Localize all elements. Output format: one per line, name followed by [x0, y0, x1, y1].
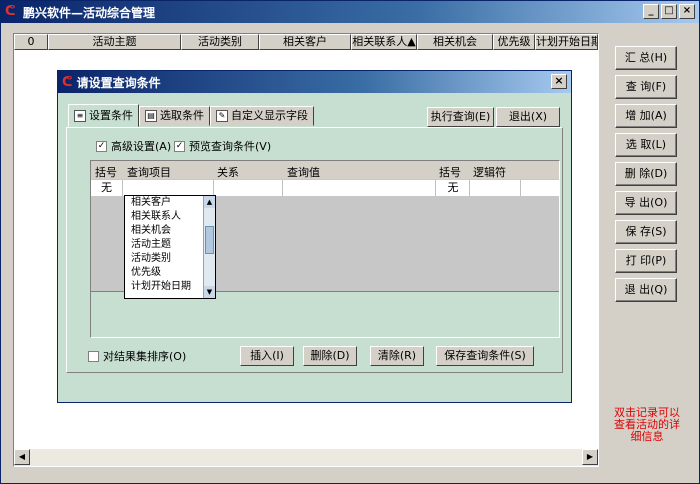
- checkbox-checked-icon[interactable]: ✓: [96, 140, 107, 152]
- insert-button[interactable]: 插入(I): [240, 346, 294, 366]
- save-button[interactable]: 保 存(S): [615, 220, 677, 244]
- tab-set-conditions[interactable]: ≡ 设置条件: [68, 104, 139, 127]
- tab-label: 自定义显示字段: [231, 109, 308, 122]
- list-item[interactable]: 活动类别: [125, 252, 215, 266]
- add-button[interactable]: 增 加(A): [615, 104, 677, 128]
- list-item[interactable]: 活动主题: [125, 238, 215, 252]
- clear-button[interactable]: 清除(R): [370, 346, 424, 366]
- save-query-button[interactable]: 保存查询条件(S): [436, 346, 534, 366]
- list-item[interactable]: 相关客户: [125, 196, 215, 210]
- exit-button[interactable]: 退出(X): [496, 107, 560, 127]
- query-button[interactable]: 查 询(F): [615, 75, 677, 99]
- grid-col-header[interactable]: 计划开始日期: [535, 34, 598, 50]
- tab-select-conditions[interactable]: ▤ 选取条件: [139, 106, 210, 126]
- delete-button[interactable]: 删 除(D): [615, 162, 677, 186]
- close-button[interactable]: ×: [679, 4, 695, 19]
- print-button[interactable]: 打 印(P): [615, 249, 677, 273]
- app-logo-icon: ᕦ: [5, 4, 16, 19]
- title-bar[interactable]: ᕦ 鹏兴软件—活动综合管理 _ □ ×: [1, 1, 699, 23]
- export-button[interactable]: 导 出(O): [615, 191, 677, 215]
- conditions-icon: ≡: [74, 109, 86, 122]
- maximize-button[interactable]: □: [661, 4, 677, 19]
- dropdown-scrollbar[interactable]: ▲ ▼: [203, 196, 215, 298]
- dialog-title: 请设置查询条件: [76, 75, 161, 90]
- scroll-thumb[interactable]: [205, 226, 214, 254]
- checkbox-label: 对结果集排序(O): [103, 350, 187, 363]
- dialog-title-bar[interactable]: ᕦ 请设置查询条件: [58, 71, 571, 93]
- tab-custom-fields[interactable]: ✎ 自定义显示字段: [210, 106, 314, 126]
- conditions-header: 括号 查询项目 关系 查询值 括号 逻辑符: [91, 161, 559, 179]
- col-header: 逻辑符: [473, 166, 506, 179]
- tab-label: 设置条件: [89, 108, 133, 122]
- quit-button[interactable]: 退 出(Q): [615, 278, 677, 302]
- col-header: 查询项目: [127, 166, 171, 179]
- grid-col-header[interactable]: 相关联系人▲: [351, 34, 417, 50]
- col-header: 括号: [439, 166, 461, 179]
- tab-label: 选取条件: [160, 109, 204, 122]
- select-button[interactable]: 选 取(L): [615, 133, 677, 157]
- minimize-button[interactable]: _: [643, 4, 659, 19]
- chevron-up-icon[interactable]: ▲: [204, 196, 215, 208]
- query-value-cell[interactable]: [284, 180, 436, 196]
- grid-col-header[interactable]: 活动类别: [181, 34, 259, 50]
- table-row[interactable]: 无 无: [91, 180, 559, 196]
- checkbox-checked-icon[interactable]: ✓: [174, 140, 185, 152]
- col-header: 查询值: [287, 166, 320, 179]
- dialog-close-button[interactable]: ×: [551, 74, 567, 89]
- col-header: 关系: [217, 166, 239, 179]
- horizontal-scrollbar[interactable]: ◀ ▶: [14, 449, 598, 466]
- app-logo-icon: ᕦ: [62, 74, 73, 90]
- relation-cell[interactable]: [215, 180, 283, 196]
- list-item[interactable]: 相关联系人: [125, 210, 215, 224]
- left-paren-cell[interactable]: 无: [91, 180, 123, 196]
- hint-note: 双击记录可以查看活动的详细信息: [614, 406, 680, 443]
- list-item[interactable]: 优先级: [125, 266, 215, 280]
- checkbox-label: 高级设置(A): [111, 140, 172, 153]
- grid-col-header[interactable]: 优先级: [493, 34, 535, 50]
- run-query-button[interactable]: 执行查询(E): [427, 107, 494, 127]
- logic-cell[interactable]: [471, 180, 521, 196]
- window-title: 鹏兴软件—活动综合管理: [23, 5, 156, 20]
- right-paren-cell[interactable]: 无: [437, 180, 470, 196]
- grid-header: 0 活动主题 活动类别 相关客户 相关联系人▲ 相关机会 优先级 计划开始日期: [14, 34, 598, 50]
- checkbox-unchecked-icon[interactable]: [88, 350, 99, 362]
- query-item-dropdown[interactable]: 相关客户 相关联系人 相关机会 活动主题 活动类别 优先级 计划开始日期 ▲ ▼: [124, 195, 216, 299]
- col-header: 括号: [95, 166, 117, 179]
- grid-col-header[interactable]: 相关机会: [417, 34, 493, 50]
- list-item[interactable]: 计划开始日期: [125, 280, 215, 294]
- list-item[interactable]: 相关机会: [125, 224, 215, 238]
- preview-conditions-checkbox[interactable]: ✓ 预览查询条件(V): [174, 138, 271, 154]
- select-icon: ▤: [145, 110, 157, 122]
- dialog-tabs: ≡ 设置条件 ▤ 选取条件 ✎ 自定义显示字段: [68, 104, 314, 127]
- advanced-settings-checkbox[interactable]: ✓ 高级设置(A): [96, 138, 171, 154]
- grid-col-header[interactable]: 相关客户: [259, 34, 351, 50]
- fields-icon: ✎: [216, 110, 228, 122]
- sort-checkbox[interactable]: 对结果集排序(O): [88, 348, 186, 364]
- chevron-down-icon[interactable]: ▼: [204, 286, 215, 298]
- grid-col-header[interactable]: 0: [14, 34, 48, 50]
- delete-condition-button[interactable]: 删除(D): [303, 346, 357, 366]
- scroll-left-icon[interactable]: ◀: [14, 449, 30, 465]
- scroll-track[interactable]: [30, 449, 582, 466]
- scroll-right-icon[interactable]: ▶: [582, 449, 598, 465]
- grid-col-header[interactable]: 活动主题: [48, 34, 181, 50]
- checkbox-label: 预览查询条件(V): [189, 140, 272, 153]
- query-item-cell[interactable]: [124, 180, 214, 196]
- summary-button[interactable]: 汇 总(H): [615, 46, 677, 70]
